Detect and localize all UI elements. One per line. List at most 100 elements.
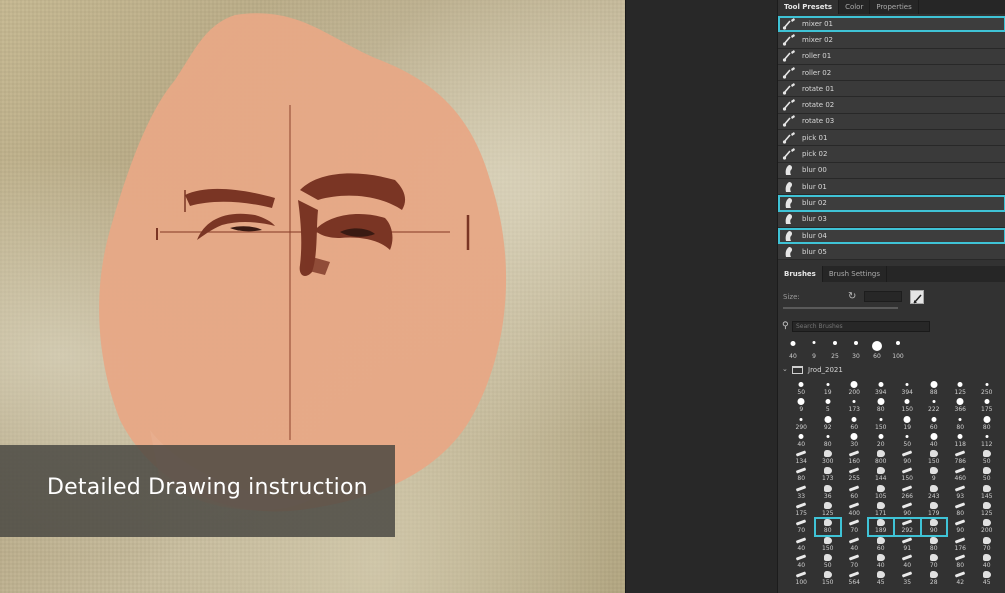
- brush-preset[interactable]: 179: [921, 501, 948, 518]
- brush-preset[interactable]: 80: [868, 397, 895, 414]
- preset-item[interactable]: pick 01: [778, 130, 1005, 147]
- preset-item[interactable]: blur 05: [778, 244, 1005, 261]
- brush-preset[interactable]: 150: [868, 415, 895, 432]
- brush-preset[interactable]: 90: [894, 449, 921, 466]
- brush-preset[interactable]: 80: [947, 501, 974, 518]
- brush-preset[interactable]: 60: [841, 415, 868, 432]
- brush-preset[interactable]: 70: [788, 518, 815, 535]
- brush-preset[interactable]: 150: [815, 570, 842, 587]
- preset-item[interactable]: roller 02: [778, 64, 1005, 82]
- brush-preset[interactable]: 394: [868, 380, 895, 397]
- brush-preset[interactable]: 40: [788, 432, 815, 449]
- brush-preset[interactable]: 9: [921, 466, 948, 483]
- brush-preset[interactable]: 173: [841, 397, 868, 414]
- brush-preset[interactable]: 80: [788, 466, 815, 483]
- tab-brushes[interactable]: Brushes: [778, 266, 823, 282]
- brush-preset[interactable]: 150: [921, 449, 948, 466]
- recent-brush[interactable]: 30: [847, 336, 865, 360]
- brush-preset[interactable]: 800: [868, 449, 895, 466]
- brush-preset[interactable]: 176: [947, 536, 974, 553]
- preset-item[interactable]: blur 02: [778, 195, 1005, 212]
- brush-preset[interactable]: 40: [974, 553, 1001, 570]
- brush-preset[interactable]: 80: [921, 536, 948, 553]
- brush-preset[interactable]: 60: [868, 536, 895, 553]
- brush-preset[interactable]: 266: [894, 484, 921, 501]
- brush-preset[interactable]: 80: [947, 553, 974, 570]
- preset-item[interactable]: blur 01: [778, 178, 1005, 196]
- brush-preset[interactable]: 175: [788, 501, 815, 518]
- recent-brush[interactable]: 9: [805, 336, 823, 360]
- preset-item[interactable]: mixer 01: [778, 16, 1005, 33]
- brush-preset[interactable]: 173: [815, 466, 842, 483]
- brush-preset[interactable]: 100: [788, 570, 815, 587]
- preset-item[interactable]: blur 03: [778, 211, 1005, 228]
- brush-preset[interactable]: 28: [921, 570, 948, 587]
- size-input[interactable]: [864, 291, 902, 302]
- preset-item[interactable]: pick 02: [778, 146, 1005, 163]
- brush-preset[interactable]: 60: [841, 484, 868, 501]
- brush-preset[interactable]: 90: [894, 501, 921, 518]
- preset-item[interactable]: roller 01: [778, 48, 1005, 65]
- brush-preset[interactable]: 92: [815, 415, 842, 432]
- brush-preset[interactable]: 134: [788, 449, 815, 466]
- chevron-down-icon[interactable]: ⌄: [782, 365, 788, 373]
- brush-preset[interactable]: 255: [841, 466, 868, 483]
- recent-brush[interactable]: 60: [868, 336, 886, 360]
- brush-preset[interactable]: 125: [947, 380, 974, 397]
- brush-preset[interactable]: 36: [815, 484, 842, 501]
- brush-preset[interactable]: 786: [947, 449, 974, 466]
- brush-preset[interactable]: 45: [868, 570, 895, 587]
- brush-preset[interactable]: 125: [815, 501, 842, 518]
- tab-tool-presets[interactable]: Tool Presets: [778, 0, 840, 14]
- brush-preset[interactable]: 88: [921, 380, 948, 397]
- brush-preset[interactable]: 40: [868, 553, 895, 570]
- brush-preset[interactable]: 150: [815, 536, 842, 553]
- brush-preset[interactable]: 70: [841, 553, 868, 570]
- brush-preset[interactable]: 33: [788, 484, 815, 501]
- brush-preset[interactable]: 30: [841, 432, 868, 449]
- recent-brush[interactable]: 25: [826, 336, 844, 360]
- tab-color[interactable]: Color: [839, 0, 871, 14]
- brush-preset[interactable]: 60: [921, 415, 948, 432]
- brush-preset[interactable]: 35: [894, 570, 921, 587]
- brush-preset[interactable]: 189: [866, 517, 895, 537]
- tab-brush-settings[interactable]: Brush Settings: [823, 266, 887, 282]
- size-slider[interactable]: [783, 307, 898, 309]
- brush-preset[interactable]: 40: [894, 553, 921, 570]
- brush-preset[interactable]: 50: [788, 380, 815, 397]
- brush-preset[interactable]: 70: [974, 536, 1001, 553]
- brush-preset[interactable]: 50: [894, 432, 921, 449]
- reset-icon[interactable]: ↻: [848, 291, 856, 302]
- preset-item[interactable]: blur 00: [778, 162, 1005, 179]
- brush-preset[interactable]: 40: [788, 553, 815, 570]
- brush-preset[interactable]: 45: [974, 570, 1001, 587]
- brush-preset[interactable]: 125: [974, 501, 1001, 518]
- brush-preset[interactable]: 20: [868, 432, 895, 449]
- brush-preset[interactable]: 80: [813, 517, 842, 537]
- brush-preset[interactable]: 42: [947, 570, 974, 587]
- brush-preset[interactable]: 90: [947, 518, 974, 535]
- brush-preset[interactable]: 171: [868, 501, 895, 518]
- painting-canvas[interactable]: Detailed Drawing instruction: [0, 0, 625, 593]
- brush-preset[interactable]: 93: [947, 484, 974, 501]
- brush-preset[interactable]: 150: [894, 466, 921, 483]
- brush-preset[interactable]: 112: [974, 432, 1001, 449]
- preset-item[interactable]: rotate 03: [778, 113, 1005, 131]
- toggle-brush-settings-icon[interactable]: [910, 290, 924, 304]
- brush-preset[interactable]: 144: [868, 466, 895, 483]
- brush-preset[interactable]: 40: [921, 432, 948, 449]
- brush-preset[interactable]: 40: [841, 536, 868, 553]
- preset-item[interactable]: blur 04: [778, 227, 1005, 245]
- brush-preset[interactable]: 292: [893, 517, 922, 537]
- brush-preset[interactable]: 70: [921, 553, 948, 570]
- brush-preset[interactable]: 160: [841, 449, 868, 466]
- brush-preset[interactable]: 50: [815, 553, 842, 570]
- brush-preset[interactable]: 70: [841, 518, 868, 535]
- brush-preset[interactable]: 19: [815, 380, 842, 397]
- preset-item[interactable]: rotate 02: [778, 97, 1005, 114]
- brush-preset[interactable]: 564: [841, 570, 868, 587]
- brush-preset[interactable]: 394: [894, 380, 921, 397]
- brush-preset[interactable]: 80: [947, 415, 974, 432]
- brush-preset[interactable]: 118: [947, 432, 974, 449]
- brush-preset[interactable]: 290: [788, 415, 815, 432]
